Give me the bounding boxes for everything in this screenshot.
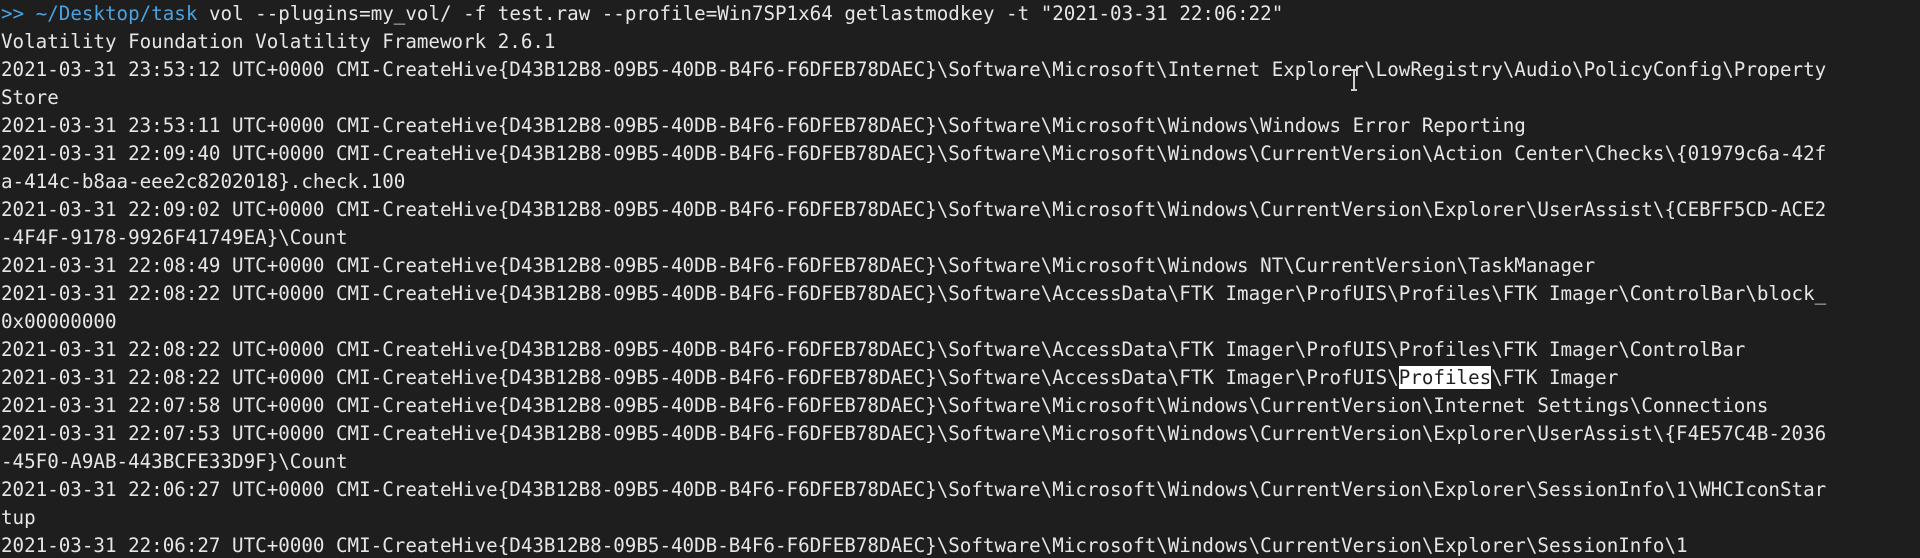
banner-line: Volatility Foundation Volatility Framewo… [1,30,556,53]
output-line: 2021-03-31 22:08:22 UTC+0000 CMI-CreateH… [1,282,1827,305]
output-line: 2021-03-31 22:09:40 UTC+0000 CMI-CreateH… [1,142,1827,165]
output-line: 2021-03-31 22:09:02 UTC+0000 CMI-CreateH… [1,198,1827,221]
output-line: 2021-03-31 22:07:58 UTC+0000 CMI-CreateH… [1,394,1769,417]
output-line: 2021-03-31 22:08:49 UTC+0000 CMI-CreateH… [1,254,1596,277]
ibeam-cursor-icon [1351,69,1357,91]
output-line: -45F0-A9AB-443BCFE33D9F}\Count [1,450,348,473]
prompt-symbol: >> [1,2,25,25]
output-line-selected: 2021-03-31 22:08:22 UTC+0000 CMI-CreateH… [0,364,1920,392]
output-line: tup [1,506,36,529]
terminal-output[interactable]: >> ~/Desktop/task vol --plugins=my_vol/ … [0,0,1920,558]
output-line: 2021-03-31 22:06:27 UTC+0000 CMI-CreateH… [1,478,1827,501]
output-line: 2021-03-31 23:53:11 UTC+0000 CMI-CreateH… [1,114,1526,137]
output-line: a-414c-b8aa-eee2c8202018}.check.100 [1,170,406,193]
output-line: 2021-03-31 22:07:53 UTC+0000 CMI-CreateH… [1,422,1827,445]
output-line: 0x00000000 [1,310,117,333]
output-line: 2021-03-31 23:53:12 UTC+0000 CMI-CreateH… [1,58,1827,81]
command-line: >> ~/Desktop/task vol --plugins=my_vol/ … [0,0,1920,28]
text-selection[interactable]: Profiles [1398,366,1492,389]
output-line: -4F4F-9178-9926F41749EA}\Count [1,226,348,249]
selected-line-before: 2021-03-31 22:08:22 UTC+0000 CMI-CreateH… [1,366,1399,389]
output-line: 2021-03-31 22:06:27 UTC+0000 CMI-CreateH… [1,534,1688,557]
output-line: Store [1,86,59,109]
output-line: 2021-03-31 22:08:22 UTC+0000 CMI-CreateH… [1,338,1746,361]
command-text: vol --plugins=my_vol/ -f test.raw --prof… [208,2,1284,25]
selected-line-after: \FTK Imager [1491,366,1619,389]
prompt-cwd: ~/Desktop/task [35,2,198,25]
